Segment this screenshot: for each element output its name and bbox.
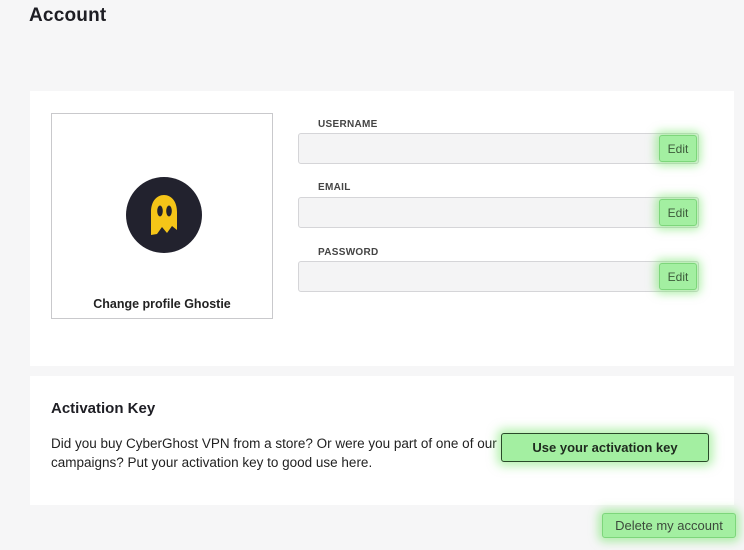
edit-email-button[interactable]: Edit	[659, 199, 697, 226]
username-field[interactable]	[298, 133, 699, 164]
password-label: PASSWORD	[318, 247, 379, 258]
page-title: Account	[29, 5, 107, 26]
use-activation-key-button[interactable]: Use your activation key	[501, 433, 709, 462]
username-label: USERNAME	[318, 119, 378, 130]
edit-username-button[interactable]: Edit	[659, 135, 697, 162]
ghost-icon	[151, 195, 177, 235]
change-profile-ghostie-label[interactable]: Change profile Ghostie	[52, 297, 272, 311]
email-field[interactable]	[298, 197, 699, 228]
avatar[interactable]	[126, 177, 202, 253]
activation-key-card: Activation Key Did you buy CyberGhost VP…	[30, 376, 734, 505]
password-field[interactable]	[298, 261, 699, 292]
profile-ghostie-box[interactable]: Change profile Ghostie	[51, 113, 273, 319]
activation-key-description: Did you buy CyberGhost VPN from a store?…	[51, 436, 497, 470]
activation-key-title: Activation Key	[51, 400, 156, 417]
account-card: Change profile Ghostie USERNAME Edit EMA…	[30, 91, 734, 366]
delete-account-button[interactable]: Delete my account	[602, 513, 736, 538]
edit-password-button[interactable]: Edit	[659, 263, 697, 290]
email-label: EMAIL	[318, 182, 351, 193]
